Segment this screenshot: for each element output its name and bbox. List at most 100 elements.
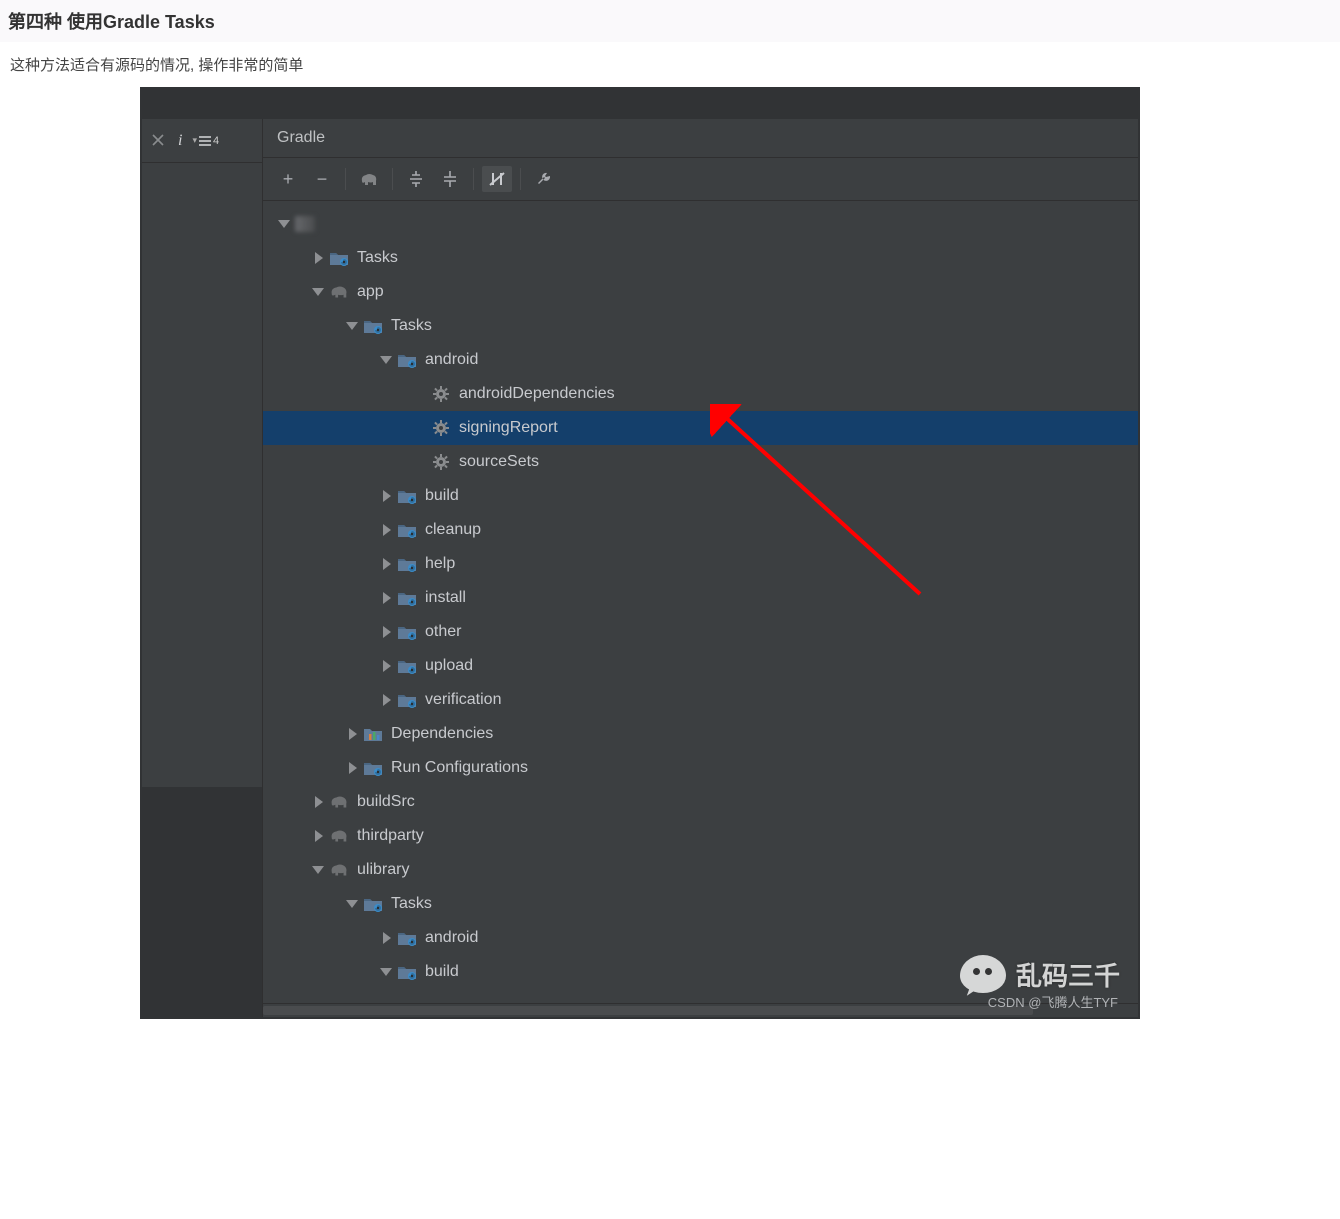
chevron-right-icon[interactable] [345,761,359,775]
separator [473,168,474,190]
elephant-icon [329,860,349,880]
folder-icon [397,656,417,676]
section-title: 第四种 使用Gradle Tasks [0,0,1340,42]
view-mode-icon[interactable]: ▾ 4 [192,135,219,147]
tree-item-label: cleanup [425,521,481,539]
tree-item-label: thirdparty [357,827,424,845]
chevron-down-icon[interactable] [311,285,325,299]
chevron-right-icon[interactable] [379,659,393,673]
separator [345,168,346,190]
scrollbar-thumb[interactable] [263,1006,1033,1015]
chevron-down-icon[interactable] [379,965,393,979]
folder-icon [397,520,417,540]
tree-row[interactable]: app [263,275,1138,309]
tree-item-label: android [425,351,478,369]
collapse-all-icon[interactable] [435,166,465,192]
chevron-right-icon[interactable] [379,591,393,605]
chevron-right-icon[interactable] [379,557,393,571]
tree-item-label: buildSrc [357,793,415,811]
offline-mode-icon[interactable] [482,166,512,192]
tree-row[interactable]: other [263,615,1138,649]
chevron-right-icon[interactable] [311,795,325,809]
chevron-right-icon[interactable] [379,489,393,503]
chevron-down-icon[interactable] [345,319,359,333]
chevron-down-icon[interactable] [379,353,393,367]
close-icon[interactable] [152,133,164,149]
tree-row[interactable]: Run Configurations [263,751,1138,785]
tree-item-label: Tasks [357,249,398,267]
tree-item-label: upload [425,657,473,675]
tree-item-label: app [357,283,384,301]
tree-item-label: build [425,963,459,981]
gear-icon [431,452,451,472]
remove-button[interactable]: − [307,166,337,192]
blurred-icon [295,214,315,234]
tree-row[interactable]: ulibrary [263,853,1138,887]
tree-item-label: help [425,555,455,573]
tree-row[interactable]: Dependencies [263,717,1138,751]
chevron-right-icon[interactable] [379,523,393,537]
tree-row[interactable]: sourceSets [263,445,1138,479]
tree-item-label: ulibrary [357,861,409,879]
no-arrow [413,387,427,401]
wechat-icon [960,955,1006,993]
tree-row[interactable] [263,207,1138,241]
chevron-down-icon[interactable] [277,217,291,231]
chevron-right-icon[interactable] [379,625,393,639]
tree-row[interactable]: buildSrc [263,785,1138,819]
tree-row[interactable]: cleanup [263,513,1138,547]
chevron-down-icon[interactable] [311,863,325,877]
expand-all-icon[interactable] [401,166,431,192]
chevron-right-icon[interactable] [311,251,325,265]
tree-item-label: verification [425,691,501,709]
tree-row[interactable]: thirdparty [263,819,1138,853]
chevron-down-icon[interactable] [345,897,359,911]
tree-item-label: sourceSets [459,453,539,471]
tree-item-label: install [425,589,466,607]
panel-title: Gradle [263,119,1138,158]
folder-icon [397,486,417,506]
gradle-panel: Gradle + − [262,119,1138,1017]
gear-icon [431,384,451,404]
wrench-icon[interactable] [529,166,559,192]
tree-item-label: Tasks [391,317,432,335]
tree-item-label: Dependencies [391,725,493,743]
no-arrow [413,421,427,435]
tree-row[interactable]: Tasks [263,309,1138,343]
tree-row[interactable]: android [263,343,1138,377]
tree-item-label: other [425,623,461,641]
no-arrow [413,455,427,469]
gradle-tree[interactable]: TasksappTasksandroidandroidDependenciess… [263,201,1138,1003]
info-icon[interactable]: i [174,132,182,150]
elephant-icon [329,826,349,846]
elephant-icon[interactable] [354,166,384,192]
tree-row[interactable]: signingReport [263,411,1138,445]
chevron-right-icon[interactable] [379,931,393,945]
tree-row[interactable]: Tasks [263,241,1138,275]
chevron-right-icon[interactable] [345,727,359,741]
tree-row[interactable]: android [263,921,1138,955]
folder-icon [397,350,417,370]
tree-item-label: Tasks [391,895,432,913]
tree-row[interactable]: install [263,581,1138,615]
folder-icon [397,928,417,948]
separator [392,168,393,190]
add-button[interactable]: + [273,166,303,192]
tree-row[interactable]: verification [263,683,1138,717]
chevron-right-icon[interactable] [311,829,325,843]
wechat-watermark-text: 乱码三千 [1016,956,1120,993]
tree-item-label: Run Configurations [391,759,528,777]
tree-item-label: android [425,929,478,947]
separator [520,168,521,190]
tree-row[interactable]: androidDependencies [263,377,1138,411]
tree-row[interactable]: help [263,547,1138,581]
elephant-icon [329,282,349,302]
chevron-right-icon[interactable] [379,693,393,707]
tree-row[interactable]: Tasks [263,887,1138,921]
left-rail-bottom [142,787,262,1017]
folder-icon [329,248,349,268]
tree-row[interactable]: build [263,479,1138,513]
gear-icon [431,418,451,438]
folder-icon [397,588,417,608]
tree-row[interactable]: upload [263,649,1138,683]
